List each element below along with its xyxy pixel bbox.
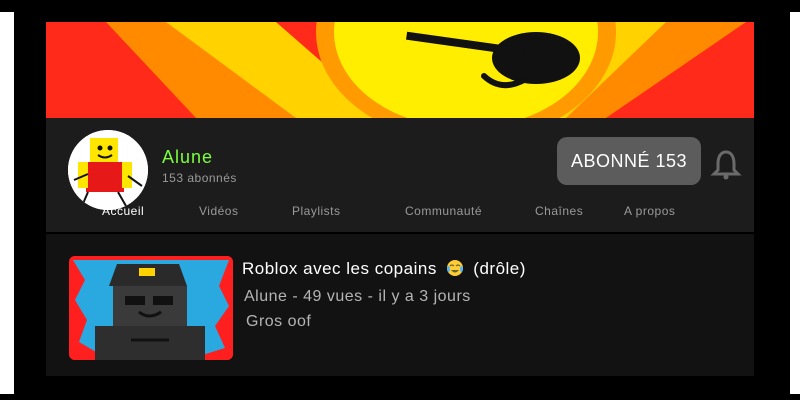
video-title[interactable]: Roblox avec les copains (drôle) [242, 259, 526, 279]
crying-laughing-emoji-icon [447, 260, 464, 276]
tab-videos[interactable]: Vidéos [199, 204, 238, 218]
sun-with-sunglasses-icon [46, 22, 754, 118]
video-meta: Alune - 49 vues - il y a 3 jours [244, 288, 471, 305]
avatar[interactable] [68, 130, 148, 210]
channel-banner [46, 22, 754, 118]
roblox-avatar-icon [68, 130, 148, 210]
tab-chaines[interactable]: Chaînes [535, 204, 583, 218]
roblox-police-character-icon [69, 256, 233, 360]
video-description: Gros oof [246, 313, 312, 330]
video-title-text: Roblox avec les copains [242, 259, 437, 278]
tab-accueil[interactable]: Accueil [102, 204, 144, 218]
channel-name[interactable]: Alune [162, 147, 213, 168]
tab-a-propos[interactable]: A propos [624, 204, 675, 218]
subscribe-button[interactable]: ABONNÉ 153 [557, 137, 701, 185]
bell-icon[interactable] [710, 148, 742, 180]
tab-communaute[interactable]: Communauté [405, 204, 482, 218]
subscriber-count: 153 abonnés [162, 171, 237, 185]
channel-tabs: Accueil Vidéos Playlists Communauté Chaî… [46, 204, 754, 222]
tab-playlists[interactable]: Playlists [292, 204, 341, 218]
video-thumbnail[interactable] [69, 256, 233, 360]
video-title-suffix: (drôle) [473, 259, 526, 278]
